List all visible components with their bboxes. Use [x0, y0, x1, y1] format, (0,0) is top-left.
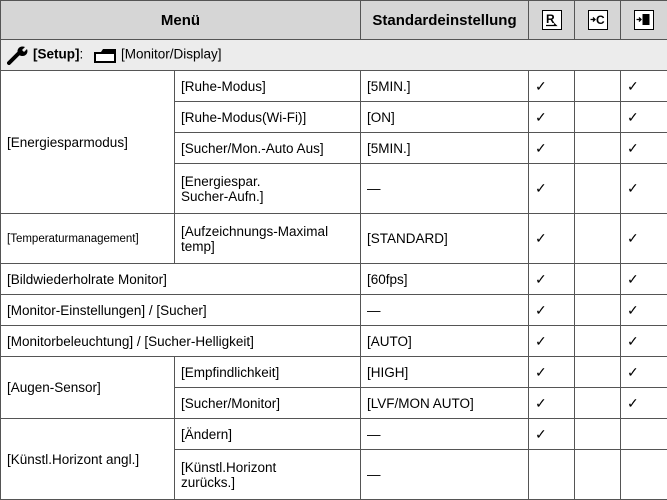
settings-table: Menü Standardeinstellung R C: [0, 0, 667, 500]
table-row: [Augen-Sensor] [Empfindlichkeit] [HIGH] …: [1, 357, 667, 388]
item-sleep-mode-wifi: [Ruhe-Modus(Wi-Fi)]: [175, 102, 361, 133]
table-row: [Temperaturmanagement] [Aufzeichnungs-Ma…: [1, 214, 667, 264]
value-max-recording-temp: [STANDARD]: [361, 214, 529, 264]
item-line: zurücks.]: [181, 475, 235, 490]
table-header-row: Menü Standardeinstellung R C: [1, 1, 667, 40]
group-temperature-management: [Temperaturmanagement]: [1, 214, 175, 264]
item-level-change: [Ändern]: [175, 419, 361, 450]
header-custom-column: C: [575, 1, 621, 40]
section-row: [Setup]: [Monitor/Display]: [1, 40, 667, 71]
save-settings-icon: [634, 10, 654, 30]
value-sensitivity: [HIGH]: [361, 357, 529, 388]
check-mark: ✓: [529, 388, 575, 419]
check-mark: ✓: [621, 102, 667, 133]
check-mark: ✓: [621, 295, 667, 326]
table-row: [Bildwiederholrate Monitor] [60fps] ✓ ✓: [1, 264, 667, 295]
item-sleep-mode: [Ruhe-Modus]: [175, 71, 361, 102]
check-mark: ✓: [529, 326, 575, 357]
group-eye-sensor: [Augen-Sensor]: [1, 357, 175, 419]
item-line: [Aufzeichnungs-Maximal: [181, 224, 328, 239]
value-viewfinder-monitor: [LVF/MON AUTO]: [361, 388, 529, 419]
empty-cell: [575, 450, 621, 500]
table-row: [Monitorbeleuchtung] / [Sucher-Helligkei…: [1, 326, 667, 357]
empty-cell: [621, 450, 667, 500]
empty-cell: [621, 419, 667, 450]
page: Menü Standardeinstellung R C: [0, 0, 667, 492]
check-mark: ✓: [621, 214, 667, 264]
empty-cell: [575, 102, 621, 133]
check-mark: ✓: [529, 102, 575, 133]
header-default-setting: Standardeinstellung: [361, 1, 529, 40]
item-monitor-backlight: [Monitorbeleuchtung] / [Sucher-Helligkei…: [1, 326, 361, 357]
item-viewfinder-monitor: [Sucher/Monitor]: [175, 388, 361, 419]
folder-icon: [93, 47, 117, 64]
check-mark: ✓: [621, 164, 667, 214]
check-mark: ✓: [529, 71, 575, 102]
empty-cell: [575, 264, 621, 295]
section-separator: :: [80, 47, 84, 62]
check-mark: ✓: [529, 133, 575, 164]
check-mark: ✓: [621, 388, 667, 419]
table-row: [Monitor-Einstellungen] / [Sucher] — ✓ ✓: [1, 295, 667, 326]
item-line: [Künstl.Horizont: [181, 460, 276, 475]
check-mark: ✓: [621, 264, 667, 295]
item-energy-saving-recording: [Energiespar.Sucher-Aufn.]: [175, 164, 361, 214]
wrench-icon: [7, 45, 29, 65]
item-monitor-settings: [Monitor-Einstellungen] / [Sucher]: [1, 295, 361, 326]
table-row: [Künstl.Horizont angl.] [Ändern] — ✓: [1, 419, 667, 450]
check-mark: ✓: [529, 264, 575, 295]
empty-cell: [575, 326, 621, 357]
value-viewfinder-auto-off: [5MIN.]: [361, 133, 529, 164]
section-page: [Monitor/Display]: [121, 47, 222, 62]
empty-cell: [575, 214, 621, 264]
check-mark: ✓: [529, 164, 575, 214]
value-level-change: —: [361, 419, 529, 450]
check-mark: ✓: [621, 357, 667, 388]
check-mark: ✓: [529, 357, 575, 388]
reset-icon: R: [542, 10, 562, 30]
check-mark: ✓: [621, 326, 667, 357]
item-line: temp]: [181, 239, 215, 254]
section-tab: [Setup]: [33, 47, 80, 62]
value-level-reset: —: [361, 450, 529, 500]
value-energy-saving-recording: —: [361, 164, 529, 214]
value-monitor-settings: —: [361, 295, 529, 326]
empty-cell: [575, 133, 621, 164]
value-sleep-mode: [5MIN.]: [361, 71, 529, 102]
check-mark: ✓: [621, 71, 667, 102]
item-level-reset: [Künstl.Horizontzurücks.]: [175, 450, 361, 500]
item-sensitivity: [Empfindlichkeit]: [175, 357, 361, 388]
empty-cell: [575, 419, 621, 450]
group-energy-saving: [Energiesparmodus]: [1, 71, 175, 214]
header-menu: Menü: [1, 1, 361, 40]
empty-cell: [575, 388, 621, 419]
check-mark: ✓: [621, 133, 667, 164]
item-line: [Energiespar.: [181, 174, 261, 189]
check-mark: ✓: [529, 419, 575, 450]
empty-cell: [575, 295, 621, 326]
header-reset-column: R: [529, 1, 575, 40]
empty-cell: [575, 357, 621, 388]
section-label: [Setup]: [Monitor/Display]: [1, 40, 667, 71]
item-max-recording-temp: [Aufzeichnungs-Maximaltemp]: [175, 214, 361, 264]
svg-text:C: C: [596, 13, 605, 27]
header-save-column: [621, 1, 667, 40]
empty-cell: [575, 164, 621, 214]
item-line: Sucher-Aufn.]: [181, 189, 264, 204]
empty-cell: [575, 71, 621, 102]
item-viewfinder-auto-off: [Sucher/Mon.-Auto Aus]: [175, 133, 361, 164]
empty-cell: [529, 450, 575, 500]
item-monitor-refresh-rate: [Bildwiederholrate Monitor]: [1, 264, 361, 295]
group-level-gauge-adjust: [Künstl.Horizont angl.]: [1, 419, 175, 500]
value-sleep-mode-wifi: [ON]: [361, 102, 529, 133]
value-monitor-backlight: [AUTO]: [361, 326, 529, 357]
check-mark: ✓: [529, 295, 575, 326]
value-monitor-refresh-rate: [60fps]: [361, 264, 529, 295]
custom-mode-icon: C: [588, 10, 608, 30]
table-row: [Energiesparmodus] [Ruhe-Modus] [5MIN.] …: [1, 71, 667, 102]
check-mark: ✓: [529, 214, 575, 264]
